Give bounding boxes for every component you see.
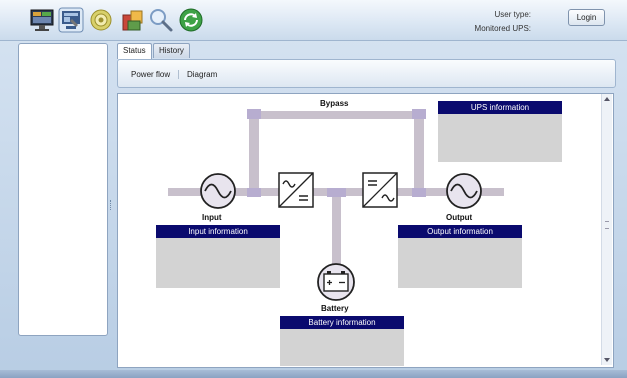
diagram-link[interactable]: Diagram (187, 70, 217, 79)
power-flow-diagram: Bypass Input Output Battery UPS informat… (117, 93, 614, 368)
junction (412, 188, 426, 197)
tab-status[interactable]: Status (117, 43, 152, 59)
output-information-header: Output information (398, 225, 522, 238)
ups-information-header: UPS information (438, 101, 562, 114)
junction (247, 109, 261, 119)
separator (178, 70, 179, 79)
login-button[interactable]: Login (568, 9, 605, 26)
output-label: Output (446, 213, 473, 222)
bypass-top-line (249, 111, 419, 119)
diagram-scrollbar[interactable] (601, 94, 612, 365)
battery-information-panel: Battery information (280, 316, 404, 366)
top-toolbar: User type: Monitored UPS: Login (0, 0, 627, 41)
settings-gear-icon[interactable] (88, 7, 114, 33)
junction (327, 188, 346, 197)
scroll-down-icon[interactable] (604, 358, 610, 362)
junction (412, 109, 426, 119)
user-type-label: User type: (494, 10, 531, 19)
status-bar (0, 370, 627, 378)
output-ac-icon (446, 173, 482, 209)
input-information-panel: Input information (156, 225, 280, 288)
battery-label: Battery (321, 304, 349, 313)
input-information-header: Input information (156, 225, 280, 238)
view-switcher: Power flow Diagram (117, 59, 616, 88)
tab-history[interactable]: History (153, 43, 190, 58)
ups-tree-panel[interactable] (18, 43, 108, 336)
input-ac-icon (200, 173, 236, 209)
output-information-panel: Output information (398, 225, 522, 288)
battery-icon (317, 263, 355, 301)
battery-line (332, 192, 341, 274)
bypass-left-line (249, 111, 259, 191)
panel-splitter[interactable] (110, 200, 113, 210)
scroll-grip[interactable] (605, 221, 609, 229)
dc-to-ac-icon (362, 172, 398, 208)
scroll-up-icon[interactable] (604, 97, 610, 101)
refresh-icon[interactable] (178, 7, 204, 33)
configuration-icon[interactable] (58, 7, 84, 33)
bypass-right-line (414, 111, 424, 191)
ups-information-panel: UPS information (438, 101, 562, 162)
tools-icon[interactable] (120, 7, 146, 33)
search-icon[interactable] (148, 7, 174, 33)
monitor-icon[interactable] (29, 7, 55, 33)
junction (247, 188, 261, 197)
power-flow-link[interactable]: Power flow (131, 70, 170, 79)
input-label: Input (202, 213, 222, 222)
bypass-label: Bypass (320, 99, 349, 108)
monitored-ups-label: Monitored UPS: (474, 24, 531, 33)
ac-to-dc-icon (278, 172, 314, 208)
battery-information-header: Battery information (280, 316, 404, 329)
user-info: User type: Monitored UPS: (475, 8, 531, 36)
